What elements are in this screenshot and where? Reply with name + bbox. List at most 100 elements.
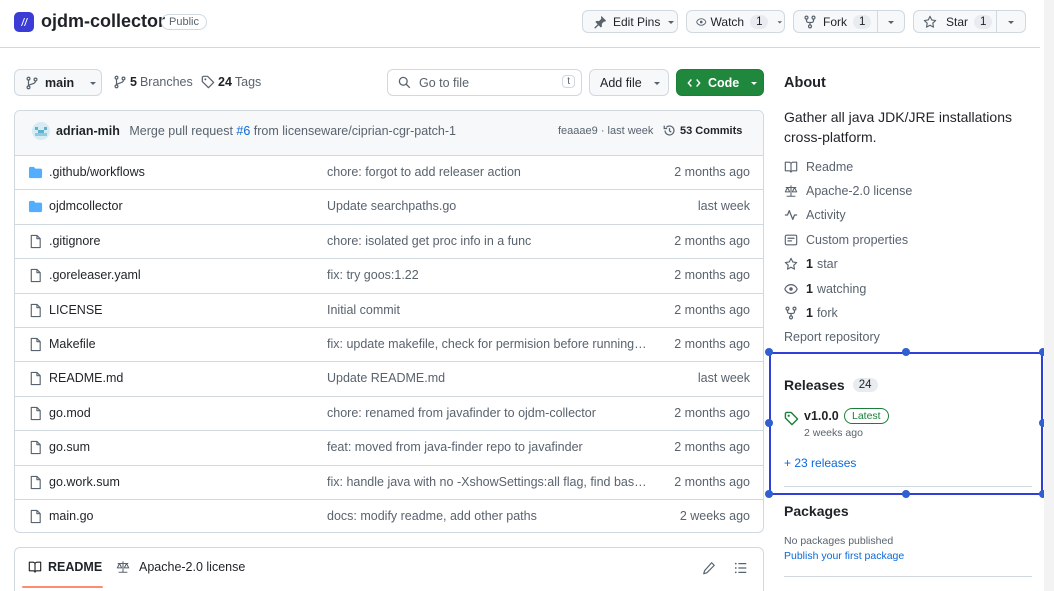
repo-name[interactable]: ojdm-collector (41, 11, 165, 32)
releases-heading[interactable]: Releases 24 (784, 377, 878, 393)
selection-handle[interactable] (902, 348, 910, 356)
activity-link-label: Activity (806, 208, 846, 222)
file-icon (28, 509, 43, 524)
commit-date: 2 weeks ago (679, 509, 750, 523)
commit-message-link[interactable]: fix: update makefile, check for permisio… (327, 337, 647, 351)
custom-properties-link[interactable]: Custom properties (784, 233, 908, 247)
readme-link[interactable]: Readme (784, 160, 853, 174)
commits-link[interactable]: 53 Commits (663, 124, 742, 137)
commit-pr-link[interactable]: #6 (236, 124, 250, 138)
fork-button[interactable]: Fork 1 (793, 10, 878, 33)
commit-message-link[interactable]: fix: try goos:1.22 (327, 268, 647, 282)
tags-label: Tags (234, 75, 262, 89)
activity-link[interactable]: Activity (784, 208, 846, 222)
file-name-link[interactable]: main.go (49, 509, 93, 523)
file-name-link[interactable]: ojdmcollector (49, 199, 123, 213)
selection-handle[interactable] (765, 348, 773, 356)
tab-readme[interactable]: README (28, 560, 102, 574)
commit-hash-time[interactable]: feaaae9 · last week (558, 125, 653, 137)
license-link[interactable]: Apache-2.0 license (784, 184, 912, 198)
go-to-file-input[interactable]: Go to file t (387, 69, 582, 96)
code-button[interactable]: Code (676, 69, 764, 96)
star-dropdown-button[interactable] (996, 10, 1026, 33)
search-shortcut-key: t (562, 75, 575, 88)
table-row[interactable]: LICENSE Initial commit 2 months ago (15, 292, 764, 327)
table-row[interactable]: ojdmcollector Update searchpaths.go last w… (15, 189, 764, 223)
commit-message-link[interactable]: chore: forgot to add releaser action (327, 165, 647, 179)
more-releases-link[interactable]: + 23 releases (784, 456, 856, 470)
table-row[interactable]: Makefile fix: update makefile, check for … (15, 327, 764, 361)
table-row[interactable]: .goreleaser.yaml fix: try goos:1.22 2 mont… (15, 258, 764, 292)
scrollbar-track[interactable] (1044, 0, 1054, 591)
commit-message-link[interactable]: fix: handle java with no -XshowSettings:… (327, 475, 647, 489)
edit-readme-icon[interactable] (702, 561, 716, 575)
commit-message-suffix[interactable]: from licenseware/ciprian-cgr-patch-1 (250, 124, 456, 138)
edit-pins-label: Edit Pins (613, 14, 661, 29)
commit-author[interactable]: adrian-mih (56, 124, 120, 138)
commit-message-link[interactable]: feat: moved from java-finder repo to jav… (327, 440, 647, 454)
report-repository-link[interactable]: Report repository (784, 330, 880, 344)
fork-dropdown-button[interactable] (877, 10, 905, 33)
watching-link[interactable]: 1 watching (784, 282, 866, 296)
commit-message-link[interactable]: docs: modify readme, add other paths (327, 509, 647, 523)
tab-readme-label: README (48, 560, 103, 574)
commit-message-link[interactable]: Initial commit (327, 303, 647, 317)
outline-list-icon[interactable] (734, 561, 748, 575)
file-name-link[interactable]: go.work.sum (49, 475, 120, 489)
table-row[interactable]: .github/workflows chore: forgot to add re… (15, 155, 764, 189)
table-row[interactable]: go.mod chore: renamed from javafinder to … (15, 395, 764, 430)
file-name-link[interactable]: README.md (49, 371, 123, 385)
file-icon (28, 475, 43, 490)
commit-date: 2 months ago (674, 405, 750, 420)
commit-date: 2 months ago (674, 302, 750, 317)
folder-icon (28, 165, 43, 180)
commit-message-link[interactable]: chore: renamed from javafinder to ojdm-c… (327, 406, 647, 420)
selection-handle[interactable] (765, 490, 773, 498)
file-icon (28, 371, 43, 386)
table-row[interactable]: main.go docs: modify readme, add other pa… (15, 499, 764, 533)
table-row[interactable]: go.work.sum fix: handle java with no -Xsh… (15, 464, 764, 499)
branches-link[interactable]: 5 Branches (113, 75, 193, 89)
forks-link[interactable]: 1 fork (784, 306, 838, 320)
tab-license[interactable]: Apache-2.0 license (116, 560, 245, 574)
star-icon (784, 257, 798, 270)
file-name-link[interactable]: .goreleaser.yaml (49, 268, 141, 282)
commit-author-avatar[interactable] (32, 122, 50, 140)
fork-label: Fork (823, 14, 847, 29)
commit-message-link[interactable]: Update searchpaths.go (327, 199, 647, 213)
edit-pins-button[interactable]: Edit Pins (582, 10, 678, 33)
selection-handle[interactable] (902, 490, 910, 498)
tab-readme-underline (22, 586, 103, 588)
commit-date: 2 months ago (674, 268, 750, 283)
commit-message-link[interactable]: Update README.md (327, 371, 647, 385)
add-file-button[interactable]: Add file (589, 69, 669, 96)
chevron-down-icon (751, 81, 758, 85)
file-name-link[interactable]: .github/workflows (49, 165, 145, 179)
file-name-link[interactable]: go.mod (49, 406, 91, 420)
fork-count: 1 (853, 14, 872, 29)
packages-heading[interactable]: Packages (784, 503, 849, 519)
star-button[interactable]: Star 1 (913, 10, 997, 33)
tags-link[interactable]: 24 Tags (201, 75, 261, 89)
publish-package-link[interactable]: Publish your first package (784, 550, 904, 562)
commit-message-prefix[interactable]: Merge pull request (129, 124, 236, 138)
scale-icon (784, 185, 798, 197)
table-row[interactable]: go.sum feat: moved from java-finder repo … (15, 430, 764, 464)
tag-icon (201, 75, 215, 89)
file-name-link[interactable]: .gitignore (49, 234, 100, 248)
selection-handle[interactable] (765, 419, 773, 427)
chevron-down-icon (888, 20, 894, 24)
watch-button[interactable]: Watch 1 (686, 10, 785, 33)
release-version-link[interactable]: v1.0.0 (804, 409, 839, 423)
stars-link[interactable]: 1 star (784, 257, 838, 271)
file-name-link[interactable]: go.sum (49, 440, 90, 454)
commit-message-link[interactable]: chore: isolated get proc info in a func (327, 234, 647, 248)
repo-avatar[interactable] (14, 12, 34, 32)
table-row[interactable]: .gitignore chore: isolated get proc info … (15, 223, 764, 258)
table-row[interactable]: README.md Update README.md last week (15, 361, 764, 395)
release-date: 2 weeks ago (804, 427, 863, 439)
branch-select-button[interactable]: main (14, 69, 102, 96)
file-name-link[interactable]: LICENSE (49, 303, 103, 317)
file-name-link[interactable]: Makefile (49, 337, 96, 351)
commit-date: last week (697, 199, 750, 214)
